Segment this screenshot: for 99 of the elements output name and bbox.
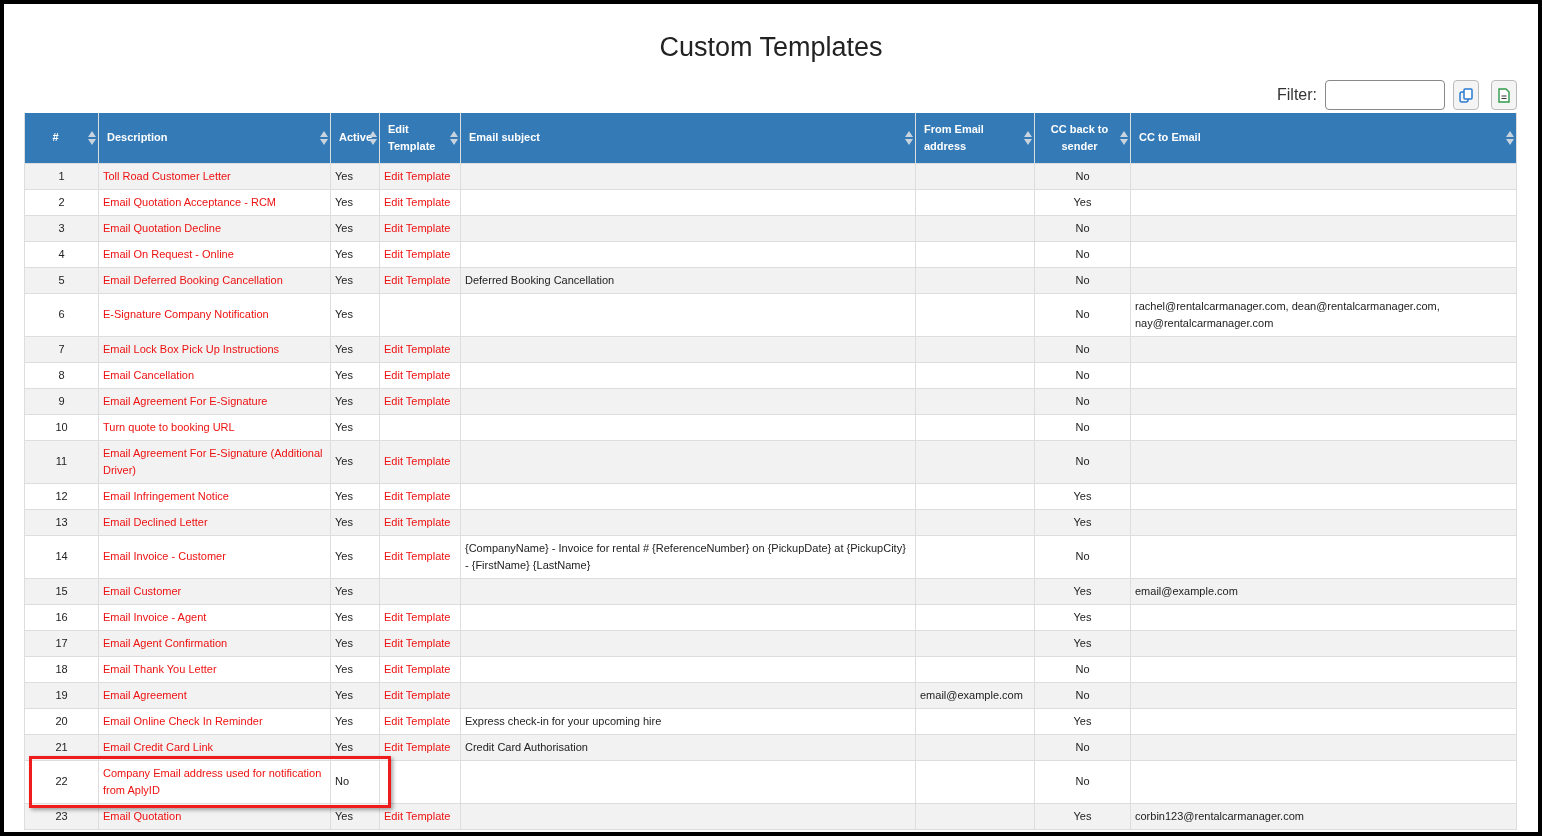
- active-status: Yes: [335, 661, 354, 677]
- cc-back-status: Yes: [1072, 635, 1093, 651]
- active-status: Yes: [335, 583, 354, 599]
- cc-back-status: Yes: [1072, 609, 1093, 625]
- sort-icon: [450, 131, 458, 145]
- column-header[interactable]: Email subject: [460, 113, 916, 163]
- active-status: Yes: [335, 272, 354, 288]
- row-number: 1: [57, 168, 66, 184]
- cc-back-status: No: [1074, 549, 1091, 564]
- active-status: Yes: [335, 454, 354, 469]
- cc-back-status: No: [1074, 246, 1091, 262]
- active-status: Yes: [335, 419, 354, 435]
- active-status: Yes: [335, 609, 354, 625]
- row-number: 20: [54, 713, 69, 729]
- email-subject: Deferred Booking Cancellation: [465, 272, 616, 288]
- email-subject: {CompanyName} - Invoice for rental # {ReferenceNumber} on {PickupDate} at {PickupCity} - {FirstName} {LastName}: [465, 540, 907, 573]
- copy-icon: [1459, 87, 1473, 103]
- cc-back-status: Yes: [1072, 713, 1093, 729]
- sort-icon: [905, 131, 913, 145]
- cc-back-status: No: [1074, 168, 1091, 184]
- row-number: 22: [54, 774, 69, 789]
- cc-back-status: Yes: [1072, 194, 1093, 210]
- cc-back-status: No: [1074, 393, 1091, 409]
- document-icon: [1498, 87, 1510, 103]
- active-status: Yes: [335, 514, 354, 530]
- active-status: Yes: [335, 393, 354, 409]
- active-status: Yes: [335, 367, 354, 383]
- sort-icon: [88, 131, 96, 145]
- column-header[interactable]: Edit Template: [379, 113, 461, 163]
- active-status: Yes: [335, 194, 354, 210]
- row-number: 10: [54, 419, 69, 435]
- active-status: Yes: [335, 488, 354, 504]
- cc-back-status: No: [1074, 739, 1091, 755]
- sort-icon: [1024, 131, 1032, 145]
- column-header[interactable]: CC to Email: [1130, 113, 1517, 163]
- row-number: 2: [57, 194, 66, 210]
- cc-back-status: No: [1074, 341, 1091, 357]
- row-number: 13: [54, 514, 69, 530]
- active-status: Yes: [335, 307, 354, 322]
- page-title: Custom Templates: [658, 31, 884, 63]
- cc-back-status: No: [1074, 687, 1091, 703]
- row-number: 23: [54, 808, 69, 824]
- cc-back-status: Yes: [1072, 488, 1093, 504]
- cc-email: email@example.com: [1135, 583, 1239, 599]
- row-number: 16: [54, 609, 69, 625]
- cc-back-status: No: [1074, 307, 1091, 322]
- active-status: Yes: [335, 808, 354, 824]
- cc-back-status: No: [1074, 661, 1091, 677]
- column-header[interactable]: Description: [98, 113, 331, 163]
- row-number: 5: [57, 272, 66, 288]
- row-number: 9: [57, 393, 66, 409]
- row-number: 21: [54, 739, 69, 755]
- active-status: Yes: [335, 549, 354, 564]
- cc-email: rachel@rentalcarmanager.com, dean@rentalcarmanager.com, nay@rentalcarmanager.com: [1135, 298, 1441, 331]
- cc-back-status: No: [1074, 220, 1091, 236]
- active-status: Yes: [335, 168, 354, 184]
- row-number: 15: [54, 583, 69, 599]
- row-number: 11: [54, 454, 69, 469]
- column-header[interactable]: CC back to sender: [1034, 113, 1131, 163]
- row-number: 3: [57, 220, 66, 236]
- cc-back-status: Yes: [1072, 583, 1093, 599]
- row-number: 19: [54, 687, 69, 703]
- cc-back-status: Yes: [1072, 808, 1093, 824]
- active-status: Yes: [335, 739, 354, 755]
- cc-back-status: Yes: [1072, 514, 1093, 530]
- active-status: Yes: [335, 220, 354, 236]
- active-status: Yes: [335, 635, 354, 651]
- active-status: Yes: [335, 687, 354, 703]
- email-subject: Credit Card Authorisation: [465, 739, 589, 755]
- row-number: 17: [54, 635, 69, 651]
- row-number: 8: [57, 367, 66, 383]
- cc-back-status: No: [1074, 367, 1091, 383]
- column-header[interactable]: Active: [330, 113, 380, 163]
- row-number: 7: [57, 341, 66, 357]
- filter-input[interactable]: [1325, 80, 1445, 110]
- cc-back-status: No: [1074, 774, 1091, 789]
- from-email: email@example.com: [920, 687, 1024, 703]
- row-number: 18: [54, 661, 69, 677]
- active-status: Yes: [335, 246, 354, 262]
- active-status: No: [335, 774, 351, 789]
- row-number: 6: [57, 307, 66, 322]
- column-header[interactable]: #: [24, 113, 99, 163]
- cc-back-status: No: [1074, 454, 1091, 469]
- row-number: 12: [54, 488, 69, 504]
- filter-label: Filter:: [1277, 85, 1317, 105]
- cc-back-status: No: [1074, 419, 1091, 435]
- active-status: Yes: [335, 341, 354, 357]
- sort-icon: [1506, 131, 1514, 145]
- sort-icon: [1120, 131, 1128, 145]
- row-number: 14: [54, 549, 69, 564]
- email-subject: Express check-in for your upcoming hire: [465, 713, 663, 729]
- column-header[interactable]: From Email address: [915, 113, 1035, 163]
- cc-email: corbin123@rentalcarmanager.com: [1135, 808, 1305, 824]
- row-number: 4: [57, 246, 66, 262]
- export-button[interactable]: [1491, 80, 1517, 110]
- cc-back-status: No: [1074, 272, 1091, 288]
- active-status: Yes: [335, 713, 354, 729]
- copy-button[interactable]: [1453, 80, 1479, 110]
- sort-icon: [320, 131, 328, 145]
